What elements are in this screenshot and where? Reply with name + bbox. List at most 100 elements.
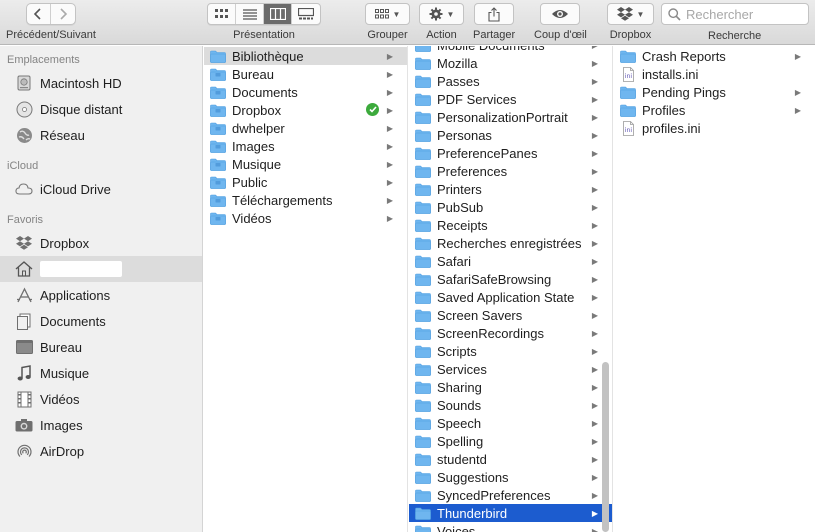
folder-icon (210, 122, 226, 135)
music-icon (14, 363, 34, 383)
list-item-label: PDF Services (437, 91, 517, 107)
sidebar-section-title: Emplacements (7, 54, 80, 66)
back-button[interactable] (27, 4, 51, 24)
list-item-label: Pending Pings (642, 84, 726, 100)
list-item[interactable]: Spelling ▶ (409, 432, 612, 450)
list-item[interactable]: Images ▶ (204, 137, 407, 155)
disclosure-arrow-icon: ▶ (591, 95, 598, 104)
list-item[interactable]: Sharing ▶ (409, 378, 612, 396)
sidebar-item[interactable]: iCloud Drive (0, 176, 202, 202)
folder-icon (415, 399, 431, 412)
list-item[interactable]: Profiles ▶ (614, 101, 815, 119)
column-home[interactable]: Bibliothèque ▶ Bureau ▶ Documents ▶ Dropbox… (204, 46, 408, 532)
disclosure-arrow-icon: ▶ (591, 149, 598, 158)
list-item[interactable]: Scripts ▶ (409, 342, 612, 360)
list-item-label: studentd (437, 451, 487, 467)
list-item[interactable]: Personas ▶ (409, 126, 612, 144)
forward-button[interactable] (51, 4, 75, 24)
search-field[interactable] (661, 3, 809, 25)
list-item[interactable]: PersonalizationPortrait ▶ (409, 108, 612, 126)
sidebar-item-label: Images (40, 417, 83, 433)
list-item[interactable]: Vidéos ▶ (204, 209, 407, 227)
list-item[interactable]: dwhelper ▶ (204, 119, 407, 137)
column-view-button[interactable] (264, 4, 292, 24)
list-item[interactable]: Saved Application State ▶ (409, 288, 612, 306)
list-item[interactable]: Sounds ▶ (409, 396, 612, 414)
list-item[interactable]: Téléchargements ▶ (204, 191, 407, 209)
sidebar-item[interactable]: Vidéos (0, 386, 202, 412)
list-item[interactable]: PubSub ▶ (409, 198, 612, 216)
list-item[interactable]: PreferencePanes ▶ (409, 144, 612, 162)
folder-icon (415, 525, 431, 532)
icon-view-button[interactable] (208, 4, 236, 24)
column-library-scrollbar[interactable] (602, 362, 609, 532)
group-icon (374, 9, 389, 19)
gallery-view-button[interactable] (292, 4, 320, 24)
column-library[interactable]: Mobile Documents ▶ Mozilla ▶ Passes ▶ PDF S… (409, 46, 613, 532)
list-item[interactable]: Bibliothèque ▶ (204, 47, 407, 65)
sidebar-item[interactable]: Applications (0, 282, 202, 308)
list-view-button[interactable] (236, 4, 264, 24)
list-item-label: Sharing (437, 379, 482, 395)
disclosure-arrow-icon: ▶ (386, 142, 393, 151)
sidebar-item-label: Macintosh HD (40, 75, 122, 91)
folder-icon (415, 75, 431, 88)
sidebar-item[interactable]: Disque distant (0, 96, 202, 122)
sidebar-item[interactable]: Documents (0, 308, 202, 334)
list-item-label: Passes (437, 73, 480, 89)
list-item[interactable]: Receipts ▶ (409, 216, 612, 234)
list-item[interactable]: Suggestions ▶ (409, 468, 612, 486)
list-item[interactable]: Dropbox ▶ (204, 101, 407, 119)
list-item[interactable]: Services ▶ (409, 360, 612, 378)
list-item[interactable]: Documents ▶ (204, 83, 407, 101)
list-item[interactable]: Bureau ▶ (204, 65, 407, 83)
folder-icon (210, 68, 226, 81)
list-item[interactable]: Mozilla ▶ (409, 54, 612, 72)
list-item[interactable]: Speech ▶ (409, 414, 612, 432)
disclosure-arrow-icon: ▶ (591, 131, 598, 140)
list-item[interactable]: Passes ▶ (409, 72, 612, 90)
group-button[interactable]: ▼ (365, 3, 410, 25)
list-item[interactable]: Preferences ▶ (409, 162, 612, 180)
list-item[interactable]: Public ▶ (204, 173, 407, 191)
view-group: Présentation (207, 3, 321, 41)
list-item[interactable]: ScreenRecordings ▶ (409, 324, 612, 342)
cloud-icon (14, 179, 34, 199)
list-item[interactable]: Screen Savers ▶ (409, 306, 612, 324)
sidebar-item[interactable]: Images (0, 412, 202, 438)
list-item[interactable]: SafariSafeBrowsing ▶ (409, 270, 612, 288)
list-item[interactable]: studentd ▶ (409, 450, 612, 468)
quicklook-button[interactable] (540, 3, 581, 25)
list-item[interactable]: SyncedPreferences ▶ (409, 486, 612, 504)
list-item[interactable]: Safari ▶ (409, 252, 612, 270)
list-item[interactable]: Musique ▶ (204, 155, 407, 173)
list-item[interactable]: ini profiles.ini (614, 119, 815, 137)
list-item[interactable]: Printers ▶ (409, 180, 612, 198)
disclosure-arrow-icon: ▶ (794, 106, 801, 115)
list-item[interactable]: PDF Services ▶ (409, 90, 612, 108)
sidebar-item[interactable]: Bureau (0, 334, 202, 360)
column-thunderbird[interactable]: Crash Reports ▶ ini installs.ini Pending P… (614, 46, 815, 532)
folder-icon (415, 291, 431, 304)
action-button[interactable]: ▼ (419, 3, 464, 25)
sidebar-item[interactable] (0, 256, 202, 282)
sidebar-item[interactable]: AirDrop (0, 438, 202, 464)
list-item[interactable]: ini installs.ini (614, 65, 815, 83)
search-input[interactable] (686, 6, 804, 22)
list-item[interactable]: Crash Reports ▶ (614, 47, 815, 65)
list-item-partial[interactable]: Mobile Documents ▶ (409, 46, 612, 54)
list-item[interactable]: Voices ▶ (409, 522, 612, 532)
folder-icon (415, 453, 431, 466)
sidebar-item[interactable]: Réseau (0, 122, 202, 148)
disclosure-arrow-icon: ▶ (386, 52, 393, 61)
dropbox-button[interactable]: ▼ (607, 3, 654, 25)
sidebar-item[interactable]: Musique (0, 360, 202, 386)
share-button[interactable] (474, 3, 515, 25)
list-item[interactable]: Recherches enregistrées ▶ (409, 234, 612, 252)
list-item[interactable]: Thunderbird ▶ (409, 504, 612, 522)
list-item[interactable]: Pending Pings ▶ (614, 83, 815, 101)
sidebar-item[interactable]: Macintosh HD (0, 70, 202, 96)
disclosure-arrow-icon: ▶ (591, 203, 598, 212)
folder-icon (415, 363, 431, 376)
sidebar-item[interactable]: Dropbox (0, 230, 202, 256)
